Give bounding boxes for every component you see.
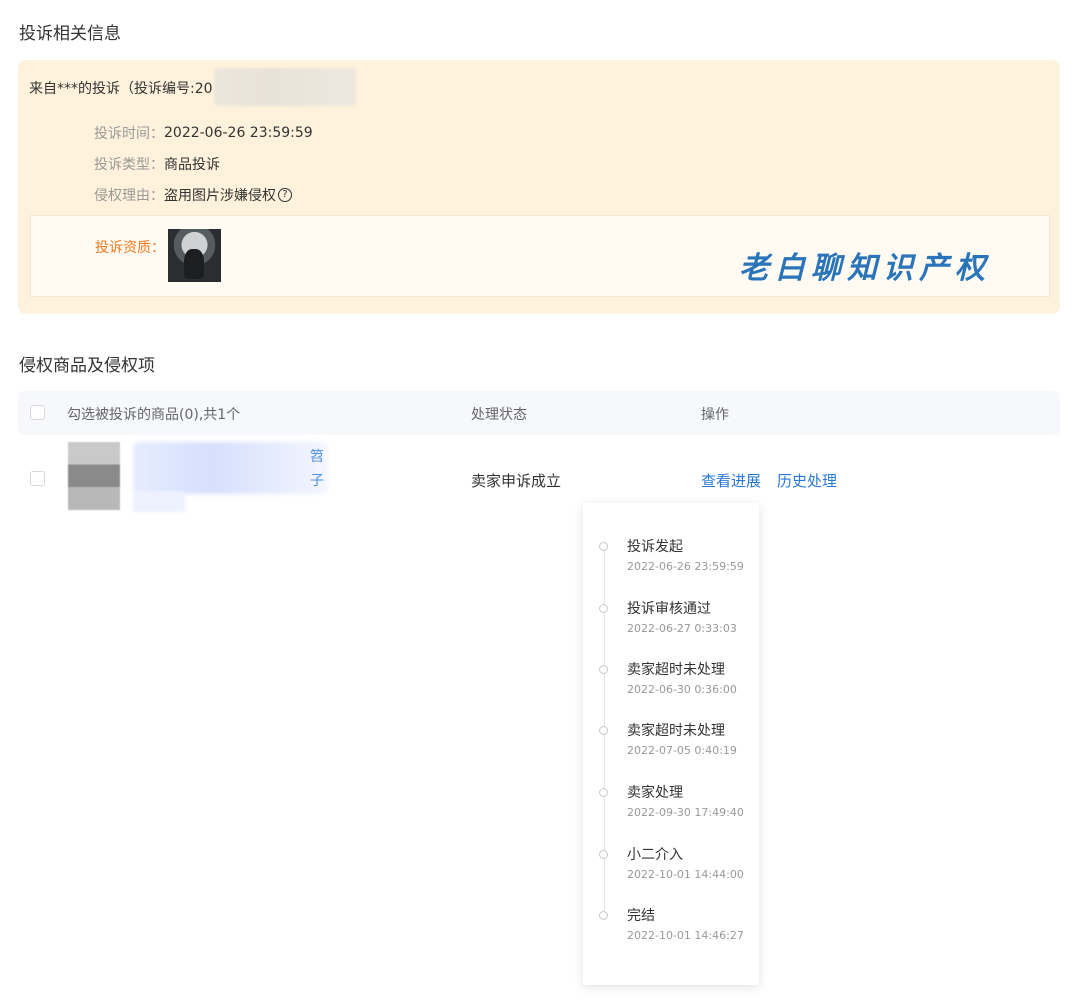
status-cell: 卖家申诉成立 [471, 472, 562, 490]
table-header: 勾选被投诉的商品(0),共1个 处理状态 操作 [18, 391, 1060, 435]
step-time: 2022-06-30 0:36:00 [627, 683, 737, 696]
step-name: 完结 [627, 908, 655, 924]
complaint-time-value: 2022-06-26 23:59:59 [164, 125, 313, 141]
infringement-reason-value: 盗用图片涉嫌侵权 [164, 188, 276, 204]
complaint-type-row: 投诉类型： 商品投诉 [94, 154, 220, 174]
status-column-header: 处理状态 [471, 407, 527, 423]
timeline-dot-icon [599, 911, 608, 920]
complaint-header: 来自***的投诉（投诉编号:20 [29, 81, 213, 97]
infringing-products-title: 侵权商品及侵权项 [19, 356, 155, 376]
timeline-step: 卖家超时未处理 2022-07-05 0:40:19 [583, 697, 759, 757]
product-image[interactable] [68, 442, 120, 510]
product-title-redacted[interactable] [133, 442, 328, 494]
step-time: 2022-07-05 0:40:19 [627, 744, 737, 757]
timeline-step: 卖家处理 2022-09-30 17:49:40 [583, 759, 759, 819]
complaint-info-panel: 来自***的投诉（投诉编号:20 投诉时间： 2022-06-26 23:59:… [18, 60, 1060, 314]
step-name: 卖家处理 [627, 785, 683, 801]
infringement-reason-row: 侵权理由： 盗用图片涉嫌侵权 ? [94, 185, 292, 205]
timeline-dot-icon [599, 850, 608, 859]
timeline-step: 卖家超时未处理 2022-06-30 0:36:00 [583, 636, 759, 696]
step-time: 2022-09-30 17:49:40 [627, 806, 744, 819]
product-column-header: 勾选被投诉的商品(0),共1个 [67, 407, 241, 423]
complaint-time-label: 投诉时间： [94, 126, 164, 142]
timeline-step: 投诉审核通过 2022-06-27 0:33:03 [583, 575, 759, 635]
step-name: 投诉发起 [627, 539, 683, 555]
row-checkbox[interactable] [30, 471, 45, 486]
step-name: 卖家超时未处理 [627, 662, 725, 678]
complaint-type-value: 商品投诉 [164, 157, 220, 173]
product-link-fragment-2[interactable]: 子 [310, 470, 324, 490]
timeline-step: 投诉发起 2022-06-26 23:59:59 [583, 513, 759, 573]
view-progress-link[interactable]: 查看进展 [701, 470, 761, 491]
infringement-reason-label: 侵权理由： [94, 188, 164, 204]
step-time: 2022-06-26 23:59:59 [627, 560, 744, 573]
watermark-text: 老白聊知识产权 [739, 251, 991, 286]
timeline-dot-icon [599, 665, 608, 674]
select-all-checkbox[interactable] [30, 405, 45, 420]
step-name: 小二介入 [627, 847, 683, 863]
timeline-dot-icon [599, 726, 608, 735]
timeline-dot-icon [599, 604, 608, 613]
step-time: 2022-10-01 14:44:00 [627, 868, 744, 881]
product-meta-redacted [133, 492, 185, 512]
timeline-dot-icon [599, 788, 608, 797]
help-circle-icon[interactable]: ? [278, 188, 292, 202]
step-time: 2022-10-01 14:46:27 [627, 929, 744, 942]
step-time: 2022-06-27 0:33:03 [627, 622, 737, 635]
qualification-label: 投诉资质： [95, 240, 165, 256]
table-row: 笤 子 卖家申诉成立 查看进展 历史处理 [18, 440, 1060, 515]
step-name: 投诉审核通过 [627, 601, 711, 617]
step-name: 卖家超时未处理 [627, 723, 725, 739]
timeline-step: 完结 2022-10-01 14:46:27 [583, 882, 759, 942]
complaint-id-redacted [214, 68, 356, 106]
timeline-dot-icon [599, 542, 608, 551]
history-link[interactable]: 历史处理 [777, 470, 837, 491]
timeline-step: 小二介入 2022-10-01 14:44:00 [583, 821, 759, 881]
product-link-fragment-1[interactable]: 笤 [310, 446, 324, 466]
progress-popover: 投诉发起 2022-06-26 23:59:59 投诉审核通过 2022-06-… [583, 503, 759, 985]
complaint-info-title: 投诉相关信息 [19, 24, 121, 44]
qualification-image[interactable] [168, 229, 221, 282]
qualification-box: 投诉资质： 老白聊知识产权 [30, 215, 1050, 297]
complaint-type-label: 投诉类型： [94, 157, 164, 173]
actions-column-header: 操作 [701, 407, 729, 423]
complaint-detail-page: 投诉相关信息 来自***的投诉（投诉编号:20 投诉时间： 2022-06-26… [0, 0, 1080, 1001]
complaint-time-row: 投诉时间： 2022-06-26 23:59:59 [94, 123, 313, 143]
